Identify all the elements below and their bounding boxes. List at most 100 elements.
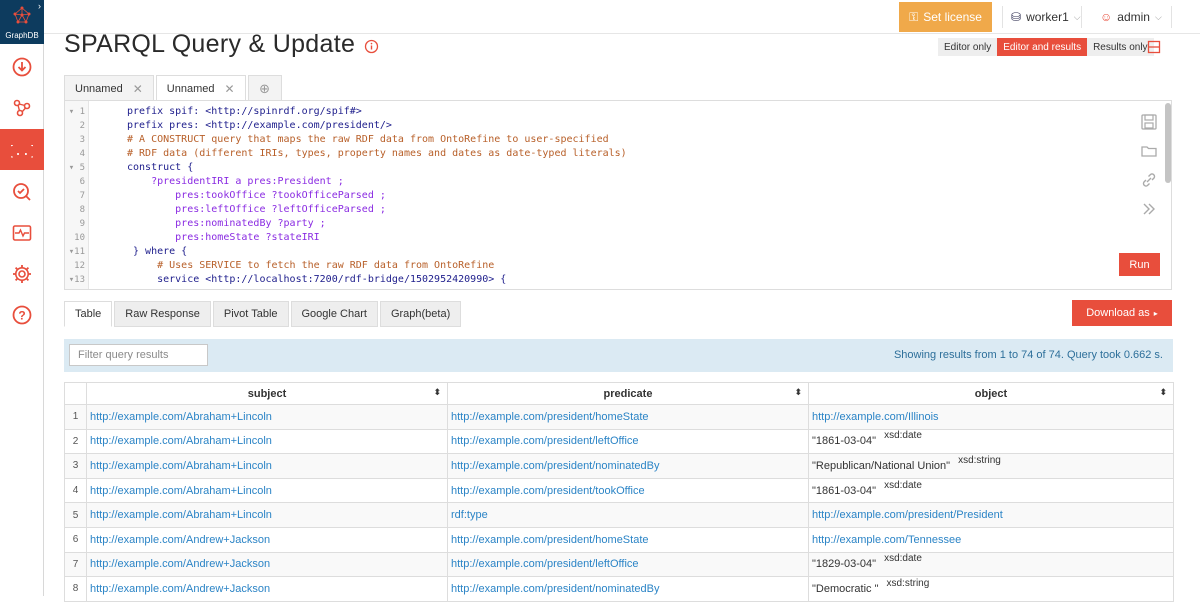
cell-subject[interactable]: http://example.com/Abraham+Lincoln xyxy=(86,404,448,430)
info-icon[interactable] xyxy=(364,39,379,54)
object-value[interactable]: http://example.com/Illinois xyxy=(812,411,939,423)
subject-link[interactable]: http://example.com/Andrew+Jackson xyxy=(90,583,270,595)
save-icon[interactable] xyxy=(1140,113,1158,131)
predicate-link[interactable]: http://example.com/president/leftOffice xyxy=(451,558,639,570)
column-header-object[interactable]: object ⬍ xyxy=(808,382,1174,405)
tab-pivot-table[interactable]: Pivot Table xyxy=(212,301,289,327)
code-line: } where { xyxy=(127,246,188,257)
layout-toggle-icon[interactable] xyxy=(1147,40,1161,54)
editor-and-results-button[interactable]: Editor and results xyxy=(997,38,1088,56)
sidebar-item-help[interactable]: ? xyxy=(0,294,44,335)
cell-subject[interactable]: http://example.com/Andrew+Jackson xyxy=(86,576,448,602)
datatype-label: xsd:string xyxy=(958,454,1001,466)
cell-subject[interactable]: http://example.com/Abraham+Lincoln xyxy=(86,453,448,479)
cell-predicate[interactable]: rdf:type xyxy=(447,502,809,528)
cell-predicate[interactable]: http://example.com/president/nominatedBy xyxy=(447,453,809,479)
query-editor[interactable]: ▾ 1 2 3 4 ▾ 5 6 7 8 9 10 ▾11 12 ▾13 pref… xyxy=(64,100,1172,290)
gear-icon xyxy=(13,264,31,283)
user-dropdown[interactable]: ☺ admin ⌵ xyxy=(1092,6,1172,28)
query-tab[interactable]: Unnamed ✕ xyxy=(64,75,154,101)
row-index: 4 xyxy=(64,477,87,504)
sort-icon[interactable]: ⬍ xyxy=(1159,387,1167,398)
cell-predicate[interactable]: http://example.com/president/homeState xyxy=(447,404,809,430)
cell-predicate[interactable]: http://example.com/president/leftOffice xyxy=(447,551,809,578)
column-header-subject[interactable]: subject ⬍ xyxy=(86,382,448,405)
code-line: pres:nominatedBy ?party ; xyxy=(127,218,326,229)
sidebar-item-sparql[interactable]: {..} xyxy=(0,129,44,170)
subject-link[interactable]: http://example.com/Abraham+Lincoln xyxy=(90,460,272,472)
subject-link[interactable]: http://example.com/Abraham+Lincoln xyxy=(90,485,272,497)
subject-link[interactable]: http://example.com/Abraham+Lincoln xyxy=(90,509,272,521)
sidebar-item-activity[interactable] xyxy=(0,212,44,253)
sort-icon[interactable]: ⬍ xyxy=(794,387,802,398)
object-value[interactable]: http://example.com/Tennessee xyxy=(812,534,961,546)
cell-predicate[interactable]: http://example.com/president/leftOffice xyxy=(447,428,809,455)
cell-object[interactable]: http://example.com/president/President xyxy=(808,502,1174,528)
tab-graph-beta[interactable]: Graph(beta) xyxy=(379,301,462,327)
sort-icon[interactable]: ⬍ xyxy=(433,387,441,398)
folder-open-icon[interactable] xyxy=(1140,142,1158,160)
predicate-link[interactable]: http://example.com/president/homeState xyxy=(451,534,649,546)
repository-dropdown[interactable]: ⛁ worker1 ⌵ xyxy=(1002,6,1082,28)
cell-object[interactable]: "Democratic " xsd:string xyxy=(808,576,1174,602)
predicate-link[interactable]: http://example.com/president/homeState xyxy=(451,411,649,423)
cell-predicate[interactable]: http://example.com/president/homeState xyxy=(447,526,809,553)
cell-predicate[interactable]: http://example.com/president/tookOffice xyxy=(447,477,809,504)
table-row: 6 http://example.com/Andrew+Jackson http:/… xyxy=(64,526,1174,553)
view-mode-toggle: Editor only Editor and results Results o… xyxy=(938,38,1154,56)
code-line: prefix pres: <http://example.com/preside… xyxy=(127,120,392,131)
predicate-link[interactable]: rdf:type xyxy=(451,509,488,521)
tab-table[interactable]: Table xyxy=(64,301,113,327)
table-header-row: subject ⬍ predicate ⬍ object ⬍ xyxy=(64,382,1174,405)
run-button[interactable]: Run xyxy=(1119,253,1160,276)
subject-link[interactable]: http://example.com/Abraham+Lincoln xyxy=(90,435,272,447)
query-tabs: Unnamed ✕ Unnamed ✕ ⊕ xyxy=(64,75,284,101)
download-as-button[interactable]: Download as ▸ xyxy=(1072,300,1172,326)
cell-object[interactable]: "1861-03-04" xsd:date xyxy=(808,477,1174,504)
cell-object[interactable]: "1829-03-04" xsd:date xyxy=(808,551,1174,578)
cell-predicate[interactable]: http://example.com/president/nominatedBy xyxy=(447,576,809,602)
cell-object[interactable]: "Republican/National Union" xsd:string xyxy=(808,453,1174,479)
editor-toolbar xyxy=(1140,113,1162,229)
tab-raw-response[interactable]: Raw Response xyxy=(114,301,211,327)
subject-link[interactable]: http://example.com/Andrew+Jackson xyxy=(90,534,270,546)
predicate-link[interactable]: http://example.com/president/tookOffice xyxy=(451,485,645,497)
caret-right-icon: ▸ xyxy=(1153,308,1158,318)
filter-results-input[interactable] xyxy=(69,344,208,366)
sidebar-collapse-icon[interactable]: › xyxy=(38,1,41,11)
results-only-button[interactable]: Results only xyxy=(1087,38,1154,56)
subject-link[interactable]: http://example.com/Andrew+Jackson xyxy=(90,558,270,570)
subject-link[interactable]: http://example.com/Abraham+Lincoln xyxy=(90,411,272,423)
line-gutter: ▾ 1 2 3 4 ▾ 5 6 7 8 9 10 ▾11 12 ▾13 xyxy=(65,101,89,289)
editor-only-button[interactable]: Editor only xyxy=(938,38,998,56)
cell-subject[interactable]: http://example.com/Andrew+Jackson xyxy=(86,551,448,578)
tab-google-chart[interactable]: Google Chart xyxy=(290,301,378,327)
cell-object[interactable]: http://example.com/Tennessee xyxy=(808,526,1174,553)
line-number: ▾11 xyxy=(68,247,85,257)
predicate-link[interactable]: http://example.com/president/leftOffice xyxy=(451,435,639,447)
object-value[interactable]: http://example.com/president/President xyxy=(812,509,1003,521)
link-icon[interactable] xyxy=(1140,171,1158,189)
column-header-predicate[interactable]: predicate ⬍ xyxy=(447,382,809,405)
close-icon[interactable]: ✕ xyxy=(224,82,234,96)
set-license-button[interactable]: ⚿ Set license xyxy=(899,2,992,32)
cell-subject[interactable]: http://example.com/Abraham+Lincoln xyxy=(86,428,448,455)
cell-object[interactable]: http://example.com/Illinois xyxy=(808,404,1174,430)
predicate-link[interactable]: http://example.com/president/nominatedBy xyxy=(451,460,660,472)
predicate-link[interactable]: http://example.com/president/nominatedBy xyxy=(451,583,660,595)
editor-scrollbar[interactable] xyxy=(1165,103,1171,183)
sidebar-item-explore[interactable] xyxy=(0,87,44,128)
sidebar-item-import[interactable] xyxy=(0,46,44,87)
cell-object[interactable]: "1861-03-04" xsd:date xyxy=(808,428,1174,455)
sidebar-item-monitor[interactable] xyxy=(0,171,44,212)
add-tab-button[interactable]: ⊕ xyxy=(247,75,282,101)
cell-subject[interactable]: http://example.com/Abraham+Lincoln xyxy=(86,502,448,528)
cell-subject[interactable]: http://example.com/Andrew+Jackson xyxy=(86,526,448,553)
sidebar-item-setup[interactable] xyxy=(0,253,44,294)
close-icon[interactable]: ✕ xyxy=(133,82,143,96)
query-tab-active[interactable]: Unnamed ✕ xyxy=(155,75,246,101)
expand-chevrons-icon[interactable] xyxy=(1140,200,1158,218)
code-line: pres:leftOffice ?leftOfficeParsed ; xyxy=(127,204,386,215)
cell-subject[interactable]: http://example.com/Abraham+Lincoln xyxy=(86,477,448,504)
graphdb-logo[interactable]: › GraphDB xyxy=(0,0,44,44)
